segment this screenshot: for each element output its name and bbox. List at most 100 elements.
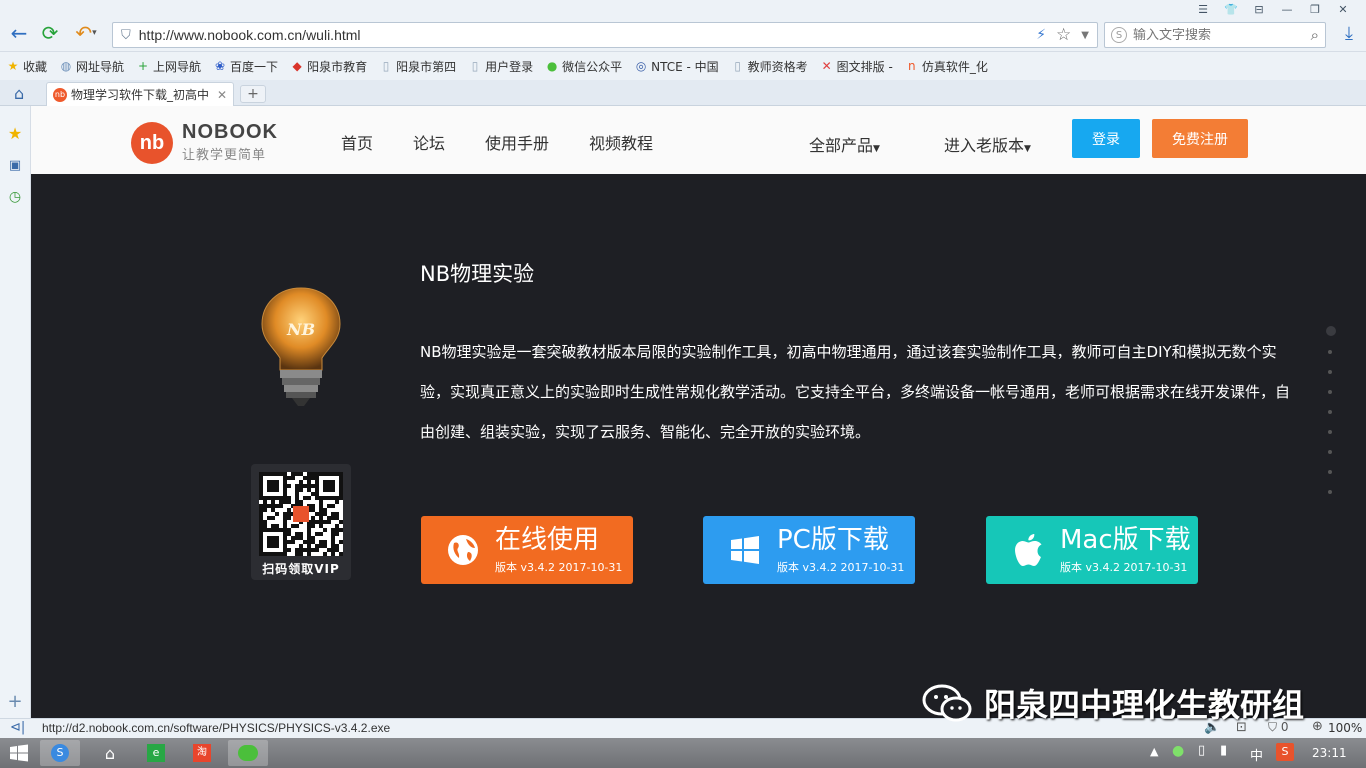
ntce-icon: ◎ bbox=[635, 59, 647, 73]
old-version-dropdown[interactable]: 进入老版本▼ bbox=[944, 132, 1031, 156]
sidebar-toggle-icon[interactable]: ⊲| bbox=[10, 720, 25, 735]
search-box[interactable]: S ⌕ bbox=[1104, 22, 1326, 48]
bookmark-item[interactable]: ❀ 百度一下 bbox=[213, 58, 278, 75]
taobao-taskbar-icon[interactable]: 淘 bbox=[182, 740, 222, 766]
bulb-text: NB bbox=[287, 320, 316, 339]
start-windows-icon[interactable] bbox=[10, 744, 28, 762]
bookmark-item[interactable]: ▯ 阳泉市第四 bbox=[379, 58, 456, 75]
bookmark-label: 微信公众平 bbox=[562, 59, 623, 74]
bookmark-label: 阳泉市教育 bbox=[307, 59, 368, 74]
bookmark-label: 网址导航 bbox=[76, 59, 125, 74]
home-taskbar-icon[interactable]: ⌂ bbox=[90, 740, 130, 766]
reader-icon[interactable]: ▣ bbox=[6, 156, 24, 174]
browser-sidebar: ★ ▣ ◷ + bbox=[0, 106, 31, 718]
pager-dot[interactable] bbox=[1328, 490, 1332, 494]
old-version-label: 进入老版本 bbox=[944, 136, 1025, 155]
zoom-icon[interactable]: ⊕ bbox=[1312, 719, 1323, 734]
bookmark-item[interactable]: n 仿真软件_化 bbox=[905, 58, 988, 75]
favorites-icon[interactable]: ★ bbox=[6, 124, 24, 143]
tray-network-icon[interactable]: ▮ bbox=[1220, 743, 1227, 758]
bookmark-item[interactable]: ◍ 网址导航 bbox=[59, 58, 124, 75]
hero-title: NB物理实验 bbox=[420, 262, 535, 286]
pin-icon[interactable]: ⊟ bbox=[1248, 0, 1270, 18]
tray-device-icon[interactable]: ▯ bbox=[1198, 743, 1205, 758]
pager-dot[interactable] bbox=[1328, 430, 1332, 434]
bookmark-item[interactable]: ◎ NTCE - 中国 bbox=[634, 58, 719, 75]
download-icon[interactable]: ⤓ bbox=[1336, 20, 1362, 46]
nav-home[interactable]: 首页 bbox=[341, 130, 373, 154]
bookmark-label: 图文排版 - bbox=[836, 59, 893, 74]
cross-icon: ✕ bbox=[821, 59, 832, 73]
pager-dot[interactable] bbox=[1328, 410, 1332, 414]
undo-icon[interactable]: ↶ ▾ bbox=[68, 20, 104, 46]
search-input[interactable] bbox=[1133, 27, 1311, 43]
ime-indicator[interactable]: 中 bbox=[1250, 745, 1263, 764]
nav-video[interactable]: 视频教程 bbox=[589, 130, 653, 154]
login-button[interactable]: 登录 bbox=[1072, 119, 1140, 158]
watermark-text: 阳泉四中理化生教研组 bbox=[984, 686, 1305, 724]
history-icon[interactable]: ◷ bbox=[6, 188, 24, 206]
skin-icon[interactable]: 👕 bbox=[1220, 0, 1242, 18]
windows-taskbar: S ⌂ e 淘 ▲ ● ▯ ▮ 中 S 23:11 bbox=[0, 738, 1366, 768]
caret-down-icon: ▼ bbox=[873, 144, 880, 154]
tab-active[interactable]: nb 物理学习软件下载_初高中 ✕ bbox=[46, 82, 234, 106]
apple-icon bbox=[1008, 530, 1048, 570]
search-engine-icon[interactable]: S bbox=[1111, 27, 1127, 43]
pager-dot[interactable] bbox=[1328, 350, 1332, 354]
pc-download-button[interactable]: PC版下载 版本 v3.4.2 2017-10-31 bbox=[703, 516, 915, 584]
pager-dot[interactable] bbox=[1328, 470, 1332, 474]
bookmarks-bar: ★ 收藏 ◍ 网址导航 + 上网导航 ❀ 百度一下 ◆ 阳泉市教育 ▯ 阳泉市第四 ▯ 用户登录 ● 微信公众… bbox=[0, 52, 1366, 80]
bookmark-label: 教师资格考 bbox=[747, 59, 808, 74]
nobook-logo-icon[interactable]: nb bbox=[131, 122, 173, 164]
mac-download-button[interactable]: Mac版下载 版本 v3.4.2 2017-10-31 bbox=[986, 516, 1198, 584]
refresh-icon[interactable]: ⟳ bbox=[37, 20, 63, 46]
online-use-button[interactable]: 在线使用 版本 v3.4.2 2017-10-31 bbox=[421, 516, 633, 584]
menu-icon[interactable]: ☰ bbox=[1192, 0, 1214, 18]
all-products-dropdown[interactable]: 全部产品▼ bbox=[809, 132, 880, 156]
page-icon: ▯ bbox=[471, 59, 479, 73]
bookmark-label: 阳泉市第四 bbox=[396, 59, 457, 74]
bookmark-star-icon[interactable]: ☆ bbox=[1056, 25, 1071, 45]
home-icon[interactable]: ⌂ bbox=[14, 84, 24, 103]
zoom-level[interactable]: 100% bbox=[1328, 721, 1362, 735]
new-tab-button[interactable]: + bbox=[240, 85, 266, 103]
nav-manual[interactable]: 使用手册 bbox=[485, 130, 549, 154]
nav-forum[interactable]: 论坛 bbox=[413, 130, 445, 154]
bookmark-item[interactable]: ✕ 图文排版 - bbox=[820, 58, 893, 75]
qr-code-card[interactable]: 扫码领取VIP bbox=[251, 464, 351, 580]
bookmark-item[interactable]: ▯ 用户登录 bbox=[468, 58, 533, 75]
back-icon[interactable]: ← bbox=[6, 20, 32, 46]
wechat-taskbar-icon[interactable] bbox=[228, 740, 268, 766]
bookmark-item[interactable]: ★ 收藏 bbox=[6, 58, 47, 75]
logo-name[interactable]: NOBOOK bbox=[182, 121, 278, 144]
search-icon[interactable]: ⌕ bbox=[1311, 26, 1319, 44]
chevron-down-icon[interactable]: ▼ bbox=[1081, 30, 1089, 41]
pager-dot[interactable] bbox=[1328, 390, 1332, 394]
close-window-icon[interactable]: ✕ bbox=[1332, 0, 1354, 18]
clock[interactable]: 23:11 bbox=[1312, 746, 1347, 760]
pager-dot[interactable] bbox=[1328, 450, 1332, 454]
sogou-browser-taskbar-icon[interactable]: S bbox=[40, 740, 80, 766]
bookmark-item[interactable]: ◆ 阳泉市教育 bbox=[290, 58, 367, 75]
restore-icon[interactable]: ❐ bbox=[1304, 0, 1326, 18]
url-text: http://www.nobook.com.cn/wuli.html bbox=[138, 27, 361, 43]
mac-download-version: 版本 v3.4.2 2017-10-31 bbox=[1060, 561, 1188, 574]
sogou-input-icon[interactable]: S bbox=[1276, 743, 1294, 761]
minimize-icon[interactable]: — bbox=[1276, 0, 1298, 18]
pager-dot-active[interactable] bbox=[1326, 326, 1336, 336]
close-tab-icon[interactable]: ✕ bbox=[217, 88, 227, 102]
address-bar[interactable]: ⛉ http://www.nobook.com.cn/wuli.html ⚡ ☆… bbox=[112, 22, 1098, 48]
pc-download-label: PC版下载 bbox=[777, 525, 889, 555]
register-button[interactable]: 免费注册 bbox=[1152, 119, 1248, 158]
bookmark-item[interactable]: + 上网导航 bbox=[136, 58, 201, 75]
qr-code-icon bbox=[259, 472, 343, 556]
tray-arrow-icon[interactable]: ▲ bbox=[1150, 745, 1158, 758]
bookmark-item[interactable]: ▯ 教师资格考 bbox=[731, 58, 808, 75]
tray-wechat-icon[interactable]: ● bbox=[1172, 743, 1184, 759]
ie-taskbar-icon[interactable]: e bbox=[136, 740, 176, 766]
add-panel-icon[interactable]: + bbox=[6, 691, 24, 712]
lightning-icon[interactable]: ⚡ bbox=[1036, 27, 1046, 43]
bookmark-label: 上网导航 bbox=[153, 59, 202, 74]
pager-dot[interactable] bbox=[1328, 370, 1332, 374]
bookmark-item[interactable]: ● 微信公众平 bbox=[545, 58, 622, 75]
